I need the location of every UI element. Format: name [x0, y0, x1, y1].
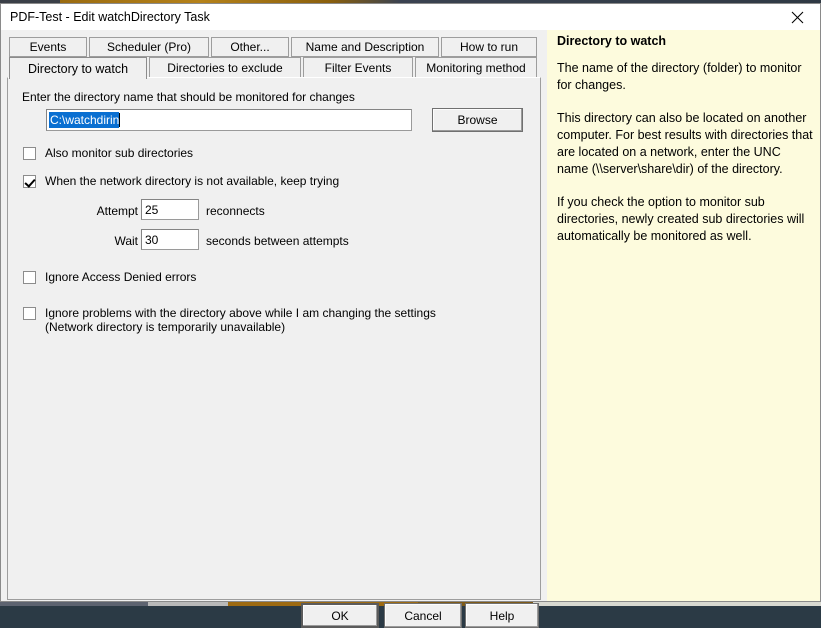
help-paragraph-1: The name of the directory (folder) to mo…	[557, 61, 802, 92]
tab-filter-events[interactable]: Filter Events	[303, 57, 413, 77]
checkbox-box	[23, 271, 36, 284]
checkbox-also-monitor-sub-directories[interactable]: Also monitor sub directories	[23, 146, 193, 160]
checkbox-label: Ignore Access Denied errors	[45, 270, 197, 284]
directory-input[interactable]: C:\watchdirin	[46, 109, 412, 131]
tab-other[interactable]: Other...	[211, 37, 289, 57]
close-icon[interactable]	[775, 4, 820, 30]
help-button[interactable]: Help	[465, 603, 539, 628]
tab-content-panel: Enter the directory name that should be …	[7, 77, 541, 600]
help-paragraph-2: This directory can also be located on an…	[557, 111, 813, 176]
dialog-window: PDF-Test - Edit watchDirectory Task Even…	[0, 3, 821, 628]
dialog-left-pane: Events Scheduler (Pro) Other... Name and…	[1, 30, 547, 628]
cancel-button[interactable]: Cancel	[384, 603, 462, 628]
tab-row-top: Events Scheduler (Pro) Other... Name and…	[1, 37, 547, 58]
tab-monitoring-method[interactable]: Monitoring method	[415, 57, 537, 77]
help-panel-body: The name of the directory (folder) to mo…	[557, 60, 815, 261]
help-panel: Directory to watch The name of the direc…	[547, 30, 820, 601]
wait-label: Wait	[114, 234, 138, 248]
help-panel-title: Directory to watch	[557, 34, 667, 48]
tab-row-bottom: Directory to watch Directories to exclud…	[1, 57, 547, 79]
checkbox-box-checked	[23, 175, 36, 188]
tab-directory-to-watch[interactable]: Directory to watch	[9, 57, 147, 79]
checkbox-ignore-problems[interactable]: Ignore problems with the directory above…	[23, 306, 436, 334]
text-caret	[119, 113, 121, 127]
attempt-label: Attempt	[96, 204, 138, 218]
help-paragraph-3: If you check the option to monitor sub d…	[557, 195, 805, 243]
directory-instruction-label: Enter the directory name that should be …	[22, 90, 355, 104]
checkbox-box	[23, 307, 36, 320]
title-bar: PDF-Test - Edit watchDirectory Task	[1, 4, 820, 30]
checkbox-label: Also monitor sub directories	[45, 146, 194, 160]
checkbox-label: When the network directory is not availa…	[45, 174, 340, 188]
wait-unit-label: seconds between attempts	[206, 234, 349, 248]
checkbox-keep-trying[interactable]: When the network directory is not availa…	[23, 174, 339, 188]
wait-input[interactable]: 30	[141, 229, 199, 250]
tab-events[interactable]: Events	[9, 37, 87, 57]
directory-input-value: C:\watchdirin	[49, 112, 120, 128]
checkbox-box	[23, 147, 36, 160]
tab-how-to-run[interactable]: How to run	[441, 37, 537, 57]
attempt-input[interactable]: 25	[141, 199, 199, 220]
tab-scheduler-pro[interactable]: Scheduler (Pro)	[89, 37, 209, 57]
checkbox-ignore-access-denied[interactable]: Ignore Access Denied errors	[23, 270, 196, 284]
tab-directories-to-exclude[interactable]: Directories to exclude	[149, 57, 301, 77]
window-title: PDF-Test - Edit watchDirectory Task	[10, 10, 210, 24]
browse-button[interactable]: Browse	[432, 108, 523, 132]
tab-name-and-description[interactable]: Name and Description	[291, 37, 439, 57]
attempt-unit-label: reconnects	[206, 204, 265, 218]
ok-button[interactable]: OK	[301, 603, 379, 628]
checkbox-label: Ignore problems with the directory above…	[45, 306, 436, 334]
